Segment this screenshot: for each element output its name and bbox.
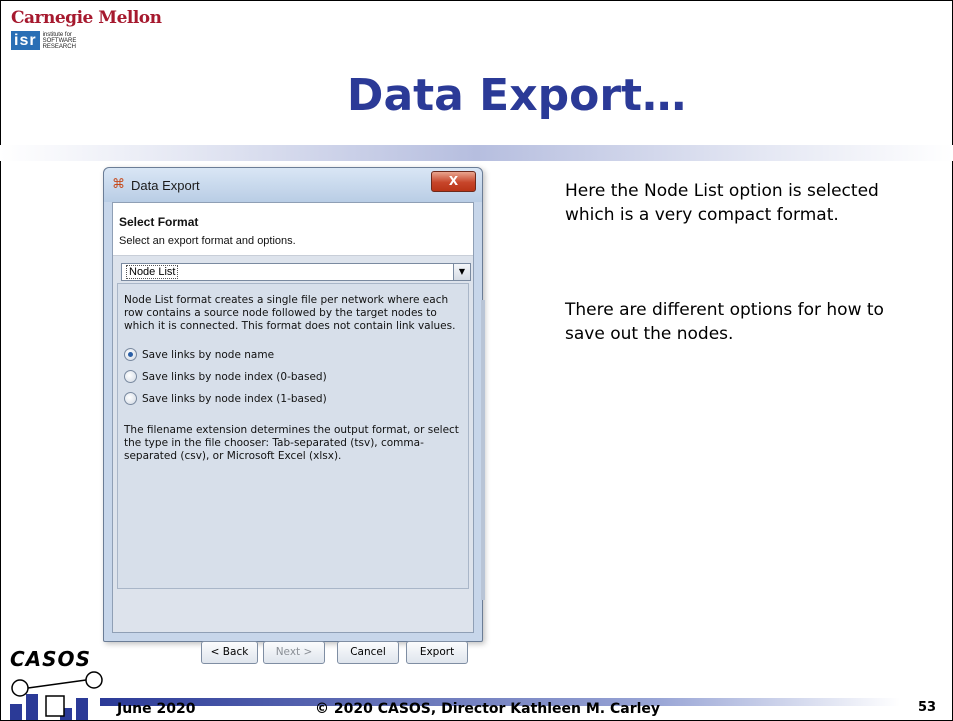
- radio-label: Save links by node index (0-based): [142, 370, 327, 383]
- dialog-header: Select Format Select an export format an…: [113, 203, 473, 256]
- export-button[interactable]: Export: [406, 641, 468, 664]
- note-paragraph-1: Here the Node List option is selected wh…: [565, 181, 879, 225]
- carnegie-mellon-logo: Carnegie Mellon: [11, 8, 162, 28]
- back-button[interactable]: < Back: [201, 641, 258, 664]
- radio-button[interactable]: [124, 370, 137, 383]
- note-paragraph-2: There are different options for how to s…: [565, 300, 884, 344]
- chevron-down-icon[interactable]: ▼: [453, 264, 470, 280]
- radio-save-by-index-1[interactable]: Save links by node index (1-based): [124, 392, 327, 405]
- footer-copyright: © 2020 CASOS, Director Kathleen M. Carle…: [315, 701, 661, 717]
- format-select-value: Node List: [126, 265, 179, 279]
- radio-label: Save links by node index (1-based): [142, 392, 327, 405]
- extension-note: The filename extension determines the ou…: [124, 424, 459, 462]
- page-number: 53: [918, 700, 937, 715]
- cancel-button[interactable]: Cancel: [337, 641, 399, 664]
- radio-button[interactable]: [124, 392, 137, 405]
- isr-logo: isr institute for SOFTWARE RESEARCH: [11, 31, 76, 50]
- options-panel: Node List format creates a single file p…: [117, 283, 469, 589]
- radio-button[interactable]: [124, 348, 137, 361]
- data-export-dialog: ⌘ Data Export X Select Format Select an …: [103, 167, 483, 664]
- background-window-edge: [481, 300, 485, 600]
- isr-logo-mark: isr: [11, 31, 40, 50]
- isr-line-3: RESEARCH: [42, 43, 76, 50]
- format-description: Node List format creates a single file p…: [124, 294, 456, 332]
- title-divider: [0, 145, 953, 161]
- close-button[interactable]: X: [431, 171, 476, 192]
- radio-save-by-name[interactable]: Save links by node name: [124, 348, 274, 361]
- footer-date: June 2020: [117, 701, 196, 717]
- isr-logo-text: institute for SOFTWARE RESEARCH: [43, 32, 77, 50]
- app-icon: ⌘: [112, 177, 125, 192]
- slide-title: Data Export…: [346, 70, 687, 121]
- casos-logo-text: CASOS: [10, 647, 91, 671]
- radio-save-by-index-0[interactable]: Save links by node index (0-based): [124, 370, 327, 383]
- format-select[interactable]: Node List ▼: [121, 263, 471, 281]
- next-button[interactable]: Next >: [263, 641, 325, 664]
- radio-label: Save links by node name: [142, 348, 275, 361]
- select-format-heading: Select Format: [119, 215, 199, 229]
- dialog-titlebar[interactable]: ⌘ Data Export X: [104, 168, 482, 202]
- select-format-subheading: Select an export format and options.: [119, 235, 296, 247]
- dialog-title: Data Export: [131, 178, 200, 193]
- dialog-body: Select Format Select an export format an…: [112, 202, 474, 664]
